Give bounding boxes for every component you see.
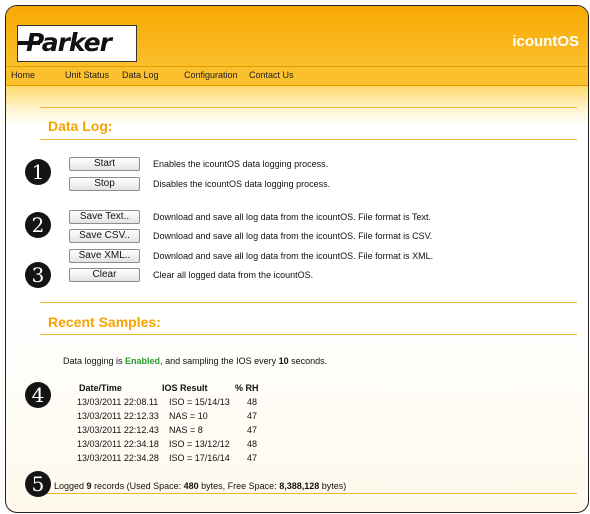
nav-bar: Home Unit Status Data Log Configuration … [6, 66, 588, 86]
column-header-rh: % RH [235, 383, 259, 393]
clear-button[interactable]: Clear [69, 268, 140, 282]
header-bar: Parker icountOS [6, 6, 588, 66]
save-xml-description: Download and save all log data from the … [153, 251, 434, 261]
save-text-description: Download and save all log data from the … [153, 212, 431, 222]
stop-button[interactable]: Stop [69, 177, 140, 191]
cell-datetime: 13/03/2011 22:12.33 [77, 411, 159, 421]
save-xml-button[interactable]: Save XML.. [69, 249, 140, 263]
cell-rh: 47 [247, 411, 258, 421]
cell-rh: 47 [247, 453, 258, 463]
status-mid: , and sampling the IOS every [160, 356, 279, 366]
status-suffix: seconds. [288, 356, 328, 366]
sampling-interval: 10 [278, 356, 289, 366]
recent-samples-title: Recent Samples: [48, 314, 161, 330]
column-header-datetime: Date/Time [79, 383, 122, 393]
free-space: 8,388,128 [279, 481, 320, 491]
save-csv-description: Download and save all log data from the … [153, 231, 433, 241]
callout-marker-5: 5 [25, 471, 51, 497]
nav-item-home[interactable]: Home [11, 70, 35, 80]
start-description: Enables the icountOS data logging proces… [153, 159, 329, 169]
cell-datetime: 13/03/2011 22:08.11 [77, 397, 159, 407]
cell-ios-result: ISO = 17/16/14 [169, 453, 230, 463]
divider [40, 139, 577, 140]
app-window: Parker icountOS Home Unit Status Data Lo… [5, 5, 589, 513]
cell-ios-result: ISO = 15/14/13 [169, 397, 230, 407]
cell-datetime: 13/03/2011 22:12.43 [77, 425, 159, 435]
log-summary: Logged 9 records (Used Space: 480 bytes,… [54, 481, 346, 491]
logging-enabled-badge: Enabled [125, 356, 161, 366]
nav-item-data-log[interactable]: Data Log [122, 70, 159, 80]
save-text-button[interactable]: Save Text.. [69, 210, 140, 224]
clear-description: Clear all logged data from the icountOS. [153, 270, 314, 280]
app-title: icountOS [512, 33, 579, 50]
nav-item-contact-us[interactable]: Contact Us [249, 70, 294, 80]
callout-marker-3: 3 [25, 262, 51, 288]
summary-mid-2: bytes, Free Space: [198, 481, 280, 491]
cell-ios-result: NAS = 8 [169, 425, 203, 435]
data-log-title: Data Log: [48, 118, 113, 134]
stop-description: Disables the icountOS data logging proce… [153, 179, 331, 189]
cell-datetime: 13/03/2011 22:34.18 [77, 439, 159, 449]
divider [40, 493, 577, 494]
summary-suffix: bytes) [319, 481, 347, 491]
cell-rh: 48 [247, 397, 258, 407]
nav-item-configuration[interactable]: Configuration [184, 70, 238, 80]
logo-text: Parker [26, 28, 112, 57]
cell-rh: 47 [247, 425, 258, 435]
divider [40, 302, 577, 303]
column-header-ios-result: IOS Result [162, 383, 208, 393]
cell-rh: 48 [247, 439, 258, 449]
callout-marker-1: 1 [25, 159, 51, 185]
callout-marker-4: 4 [25, 382, 51, 408]
start-button[interactable]: Start [69, 157, 140, 171]
cell-ios-result: NAS = 10 [169, 411, 208, 421]
divider [40, 107, 577, 108]
used-space: 480 [183, 481, 199, 491]
save-csv-button[interactable]: Save CSV.. [69, 229, 140, 243]
nav-item-unit-status[interactable]: Unit Status [65, 70, 109, 80]
logging-status: Data logging is Enabled, and sampling th… [63, 356, 327, 366]
summary-mid-1: records (Used Space: [91, 481, 184, 491]
cell-ios-result: ISO = 13/12/12 [169, 439, 230, 449]
divider [40, 334, 577, 335]
summary-prefix: Logged [54, 481, 87, 491]
status-prefix: Data logging is [63, 356, 126, 366]
cell-datetime: 13/03/2011 22:34.28 [77, 453, 159, 463]
callout-marker-2: 2 [25, 212, 51, 238]
parker-logo: Parker [17, 25, 137, 62]
